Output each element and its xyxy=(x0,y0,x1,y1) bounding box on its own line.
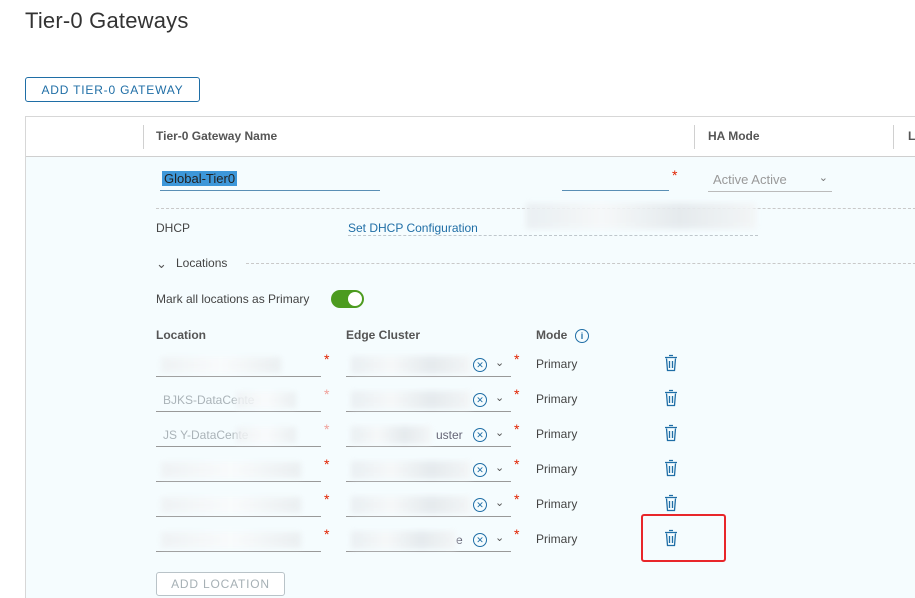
ha-mode-value: Active Active xyxy=(713,172,787,187)
gateway-name-value: Global-Tier0 xyxy=(162,171,238,186)
redacted-area xyxy=(351,426,431,444)
gateway-grid: Tier-0 Gateway Name HA Mode L Global-Tie… xyxy=(25,116,915,598)
column-header-truncated[interactable]: L xyxy=(908,129,915,143)
redacted-area xyxy=(236,427,296,443)
mode-value: Primary xyxy=(536,357,578,371)
required-marker: * xyxy=(324,526,330,542)
required-marker: * xyxy=(324,421,330,437)
redacted-area xyxy=(351,461,471,479)
set-dhcp-configuration-link[interactable]: Set DHCP Configuration xyxy=(348,221,478,235)
required-marker: * xyxy=(514,386,520,402)
redacted-area xyxy=(351,391,471,409)
mode-value: Primary xyxy=(536,532,578,546)
gateway-name-input[interactable]: Global-Tier0 xyxy=(160,168,380,191)
redacted-area xyxy=(351,496,471,514)
divider xyxy=(246,263,915,264)
redacted-area xyxy=(161,532,301,548)
chevron-down-icon: ⌄ xyxy=(818,172,828,184)
required-marker: * xyxy=(514,351,520,367)
required-marker: * xyxy=(324,386,330,402)
add-location-button[interactable]: ADD LOCATION xyxy=(156,572,285,596)
trash-icon[interactable] xyxy=(663,389,679,407)
mode-value: Primary xyxy=(536,497,578,511)
chevron-down-icon[interactable]: ⌄ xyxy=(156,256,167,272)
clear-circle-icon[interactable]: ✕ xyxy=(473,358,487,372)
trash-icon[interactable] xyxy=(663,459,679,477)
clear-circle-icon[interactable]: ✕ xyxy=(473,463,487,477)
column-header-ha-mode[interactable]: HA Mode xyxy=(708,129,760,143)
required-marker: * xyxy=(324,456,330,472)
chevron-down-icon[interactable]: ⌄ xyxy=(495,461,504,474)
highlight-annotation-box xyxy=(641,514,726,562)
mode-value: Primary xyxy=(536,462,578,476)
chevron-down-icon[interactable]: ⌄ xyxy=(495,356,504,369)
trash-icon[interactable] xyxy=(663,354,679,372)
add-tier0-gateway-button[interactable]: ADD TIER-0 GATEWAY xyxy=(25,77,200,102)
column-header-name[interactable]: Tier-0 Gateway Name xyxy=(156,129,277,143)
clear-circle-icon[interactable]: ✕ xyxy=(473,428,487,442)
redacted-area xyxy=(236,392,296,408)
redacted-area xyxy=(161,497,301,513)
redacted-area xyxy=(161,357,281,373)
gateway-secondary-input[interactable] xyxy=(562,168,669,191)
redacted-area xyxy=(161,462,301,478)
mode-value: Primary xyxy=(536,392,578,406)
edge-cluster-header: Edge Cluster xyxy=(346,328,421,342)
info-icon[interactable]: i xyxy=(575,329,589,343)
mark-all-primary-toggle[interactable] xyxy=(331,290,364,308)
grid-header: Tier-0 Gateway Name HA Mode L xyxy=(26,117,915,157)
column-separator xyxy=(694,125,695,149)
divider xyxy=(348,235,758,236)
required-marker: * xyxy=(514,421,520,437)
trash-icon[interactable] xyxy=(663,424,679,442)
page-title: Tier-0 Gateways xyxy=(25,8,189,33)
column-separator xyxy=(893,125,894,149)
mark-all-primary-label: Mark all locations as Primary xyxy=(156,292,310,306)
redacted-area xyxy=(351,356,471,374)
required-marker: * xyxy=(514,526,520,542)
clear-circle-icon[interactable]: ✕ xyxy=(473,393,487,407)
dhcp-label: DHCP xyxy=(156,221,191,235)
redacted-area xyxy=(351,531,456,549)
required-marker: * xyxy=(514,491,520,507)
required-marker: * xyxy=(324,491,330,507)
chevron-down-icon[interactable]: ⌄ xyxy=(495,531,504,544)
trash-icon[interactable] xyxy=(663,494,679,512)
redacted-area xyxy=(526,203,756,229)
mode-value: Primary xyxy=(536,427,578,441)
chevron-down-icon[interactable]: ⌄ xyxy=(495,496,504,509)
toggle-knob xyxy=(348,292,362,306)
chevron-down-icon[interactable]: ⌄ xyxy=(495,426,504,439)
locations-section-label[interactable]: Locations xyxy=(176,256,227,270)
location-header: Location xyxy=(156,328,206,342)
mode-header: Mode xyxy=(536,328,568,342)
chevron-down-icon[interactable]: ⌄ xyxy=(495,391,504,404)
clear-circle-icon[interactable]: ✕ xyxy=(473,498,487,512)
ha-mode-select[interactable]: Active Active ⌄ xyxy=(708,169,832,192)
page: Tier-0 Gateways ADD TIER-0 GATEWAY Tier-… xyxy=(0,0,915,598)
clear-circle-icon[interactable]: ✕ xyxy=(473,533,487,547)
gateway-edit-row: Global-Tier0 * Active Active ⌄ DHCP Set … xyxy=(26,157,915,598)
required-marker: * xyxy=(324,351,330,367)
required-marker: * xyxy=(672,167,678,183)
column-separator xyxy=(143,125,144,149)
required-marker: * xyxy=(514,456,520,472)
